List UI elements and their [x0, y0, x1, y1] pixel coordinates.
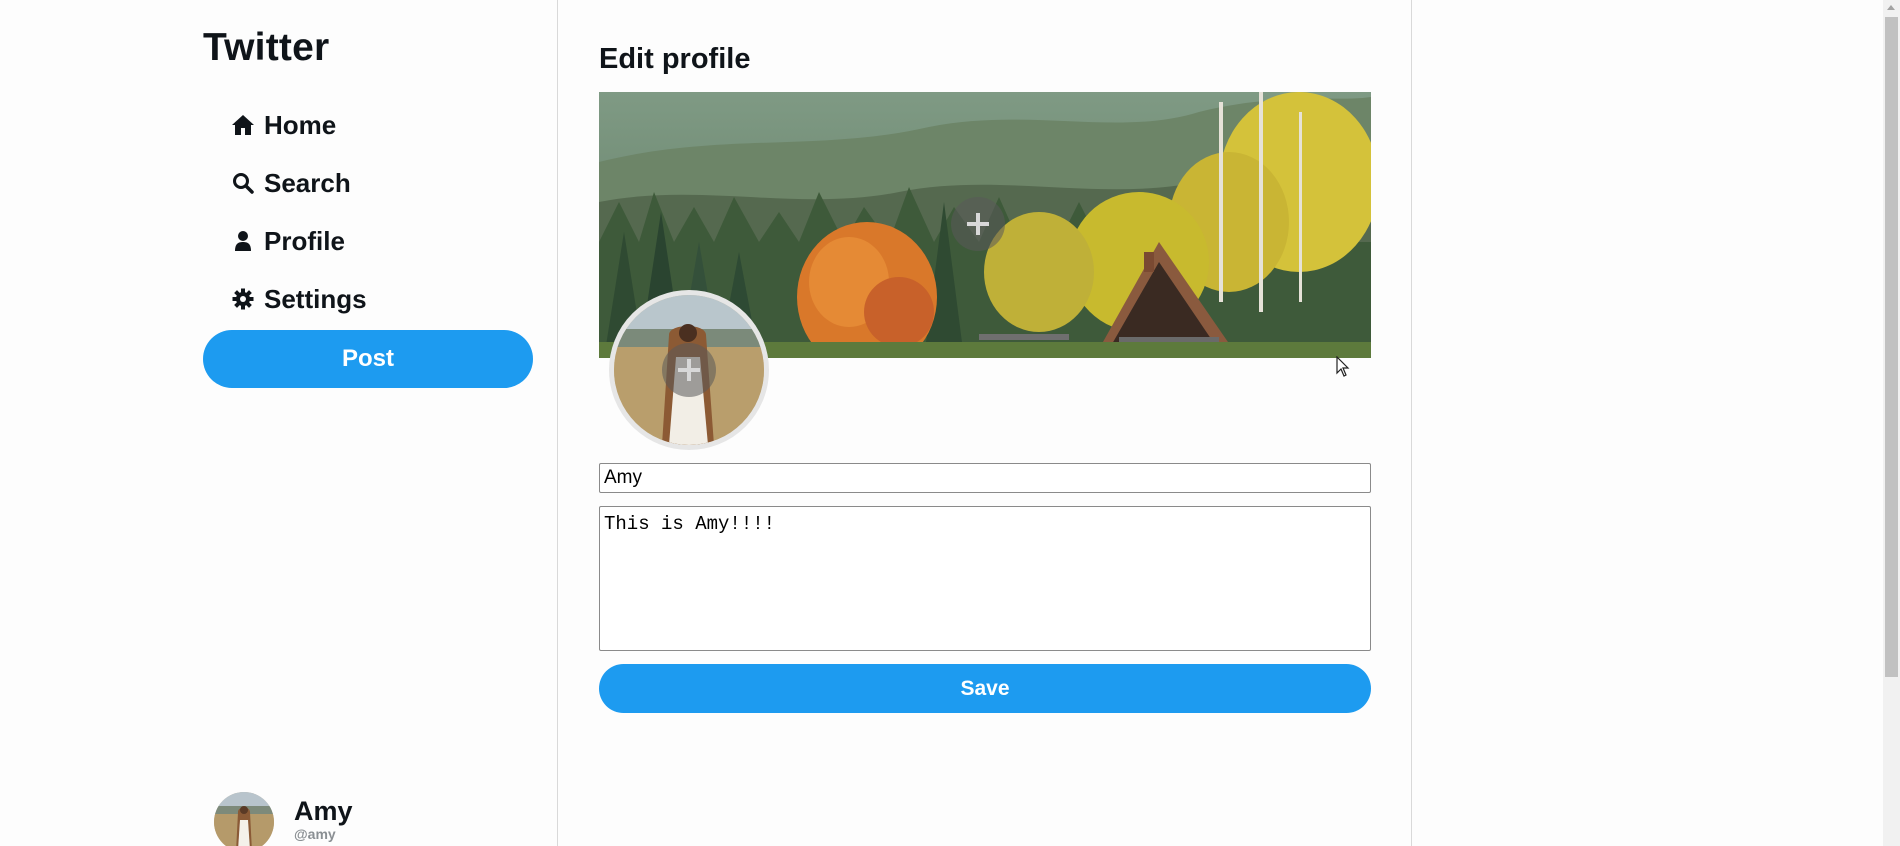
sidebar-item-label: Profile — [264, 225, 345, 256]
change-avatar-button[interactable] — [662, 343, 716, 397]
account-info: Amy @amy — [294, 792, 353, 842]
sidebar-item-profile[interactable]: Profile — [230, 212, 367, 270]
sidebar-item-label: Search — [264, 167, 351, 198]
save-button[interactable]: Save — [599, 664, 1371, 713]
page-title: Edit profile — [599, 43, 751, 75]
sidebar-nav: Home Search Profile Settings — [230, 96, 367, 328]
add-photo-icon — [678, 359, 700, 381]
sidebar-item-label: Settings — [264, 283, 367, 314]
change-banner-button[interactable] — [951, 197, 1005, 251]
home-icon — [230, 112, 256, 138]
gear-icon — [230, 286, 256, 312]
account-name: Amy — [294, 796, 353, 826]
sidebar-item-settings[interactable]: Settings — [230, 270, 367, 328]
sidebar: Twitter Home Search Profile Settings Pos… — [0, 0, 558, 846]
search-icon — [230, 170, 256, 196]
post-button[interactable]: Post — [203, 330, 533, 388]
name-field[interactable] — [599, 463, 1371, 493]
page: Twitter Home Search Profile Settings Pos… — [0, 0, 1900, 846]
avatar — [214, 792, 274, 846]
app-logo[interactable]: Twitter — [203, 26, 329, 70]
sidebar-item-home[interactable]: Home — [230, 96, 367, 154]
page-scrollbar[interactable] — [1883, 0, 1900, 846]
mouse-cursor-icon — [1336, 356, 1350, 377]
user-icon — [230, 228, 256, 254]
sidebar-item-search[interactable]: Search — [230, 154, 367, 212]
sidebar-item-label: Home — [264, 109, 337, 140]
scroll-up-icon[interactable] — [1887, 5, 1895, 10]
main-column: Edit profile Amy This is Amy!!!! Save — [558, 0, 1412, 846]
account-handle: @amy — [294, 826, 336, 842]
account-switcher[interactable]: Amy @amy — [214, 792, 353, 846]
scrollbar-thumb[interactable] — [1885, 17, 1898, 677]
add-photo-icon — [967, 213, 989, 235]
bio-field[interactable]: This is Amy!!!! — [599, 506, 1371, 651]
profile-avatar[interactable] — [609, 290, 769, 450]
